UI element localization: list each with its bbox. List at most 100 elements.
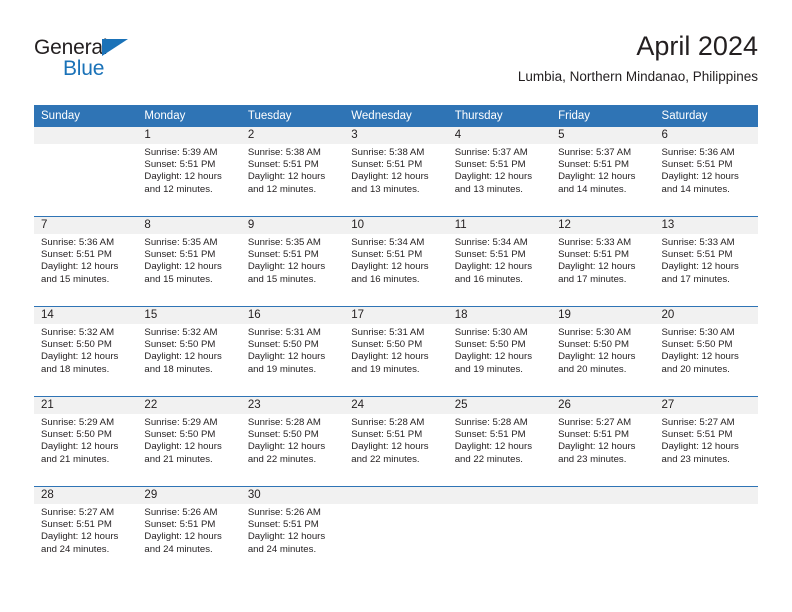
- location-subtitle: Lumbia, Northern Mindanao, Philippines: [517, 69, 758, 84]
- sunset-text: Sunset: 5:51 PM: [558, 429, 630, 441]
- sunset-text: Sunset: 5:50 PM: [661, 339, 733, 351]
- day-cell[interactable]: 28 Sunrise: 5:27 AM Sunset: 5:51 PM Dayligh…: [34, 486, 138, 576]
- day-info: Sunrise: 5:35 AM Sunset: 5:51 PM Daylight:…: [137, 234, 240, 286]
- day-number: [34, 127, 138, 144]
- day-cell[interactable]: 21 Sunrise: 5:29 AM Sunset: 5:50 PM Dayligh…: [34, 396, 138, 486]
- day-cell[interactable]: 12 Sunrise: 5:33 AM Sunset: 5:51 PM Dayligh…: [551, 216, 655, 306]
- sunset-text: Sunset: 5:51 PM: [454, 429, 526, 441]
- sunset-text: Sunset: 5:51 PM: [661, 249, 733, 261]
- logo-text-blue: Blue: [63, 57, 105, 80]
- day-cell[interactable]: [34, 127, 138, 216]
- day-cell[interactable]: [551, 486, 655, 576]
- day-info: [655, 504, 758, 507]
- sunset-text: Sunset: 5:50 PM: [247, 339, 319, 351]
- sunset-text: Sunset: 5:51 PM: [247, 159, 319, 171]
- sunrise-text: Sunrise: 5:32 AM: [41, 327, 115, 338]
- day-number: 23: [240, 397, 345, 414]
- day-cell[interactable]: 14 Sunrise: 5:32 AM Sunset: 5:50 PM Dayligh…: [34, 306, 138, 396]
- daylight-text-line2: and 24 minutes.: [144, 543, 213, 555]
- day-cell[interactable]: 5 Sunrise: 5:37 AM Sunset: 5:51 PM Daylight…: [551, 127, 655, 216]
- daylight-text-line2: and 23 minutes.: [558, 453, 627, 465]
- day-cell[interactable]: [447, 486, 552, 576]
- day-cell[interactable]: 27 Sunrise: 5:27 AM Sunset: 5:51 PM Dayligh…: [654, 396, 759, 486]
- day-info: Sunrise: 5:27 AM Sunset: 5:51 PM Daylight:…: [655, 414, 758, 466]
- daylight-text-line2: and 21 minutes.: [41, 453, 110, 465]
- sunset-text: Sunset: 5:51 PM: [144, 519, 216, 531]
- day-cell[interactable]: 16 Sunrise: 5:31 AM Sunset: 5:50 PM Dayligh…: [240, 306, 345, 396]
- day-number: 15: [137, 307, 241, 324]
- day-cell[interactable]: 1 Sunrise: 5:39 AM Sunset: 5:51 PM Daylight…: [137, 127, 241, 216]
- day-info: Sunrise: 5:34 AM Sunset: 5:51 PM Daylight:…: [344, 234, 447, 286]
- daylight-text-line2: and 13 minutes.: [454, 183, 523, 195]
- day-cell[interactable]: 11 Sunrise: 5:34 AM Sunset: 5:51 PM Dayligh…: [447, 216, 552, 306]
- daylight-text-line1: Daylight: 12 hours: [41, 531, 119, 543]
- day-cell[interactable]: 25 Sunrise: 5:28 AM Sunset: 5:51 PM Dayligh…: [447, 396, 552, 486]
- calendar-body: 1 Sunrise: 5:39 AM Sunset: 5:51 PM Daylight…: [34, 127, 759, 576]
- daylight-text-line2: and 15 minutes.: [247, 273, 317, 285]
- day-number: 11: [447, 217, 552, 234]
- day-info: [551, 504, 654, 507]
- calendar-week-row: 14 Sunrise: 5:32 AM Sunset: 5:50 PM Dayligh…: [34, 306, 759, 396]
- daylight-text-line1: Daylight: 12 hours: [41, 441, 119, 453]
- day-cell[interactable]: 18 Sunrise: 5:30 AM Sunset: 5:50 PM Dayligh…: [447, 306, 552, 396]
- sunrise-text: Sunrise: 5:29 AM: [41, 417, 115, 428]
- day-number: 29: [137, 487, 241, 504]
- day-cell[interactable]: 30 Sunrise: 5:26 AM Sunset: 5:51 PM Dayligh…: [240, 486, 345, 576]
- day-cell[interactable]: 3 Sunrise: 5:38 AM Sunset: 5:51 PM Daylight…: [344, 127, 448, 216]
- sunrise-text: Sunrise: 5:32 AM: [144, 327, 218, 338]
- day-cell[interactable]: 4 Sunrise: 5:37 AM Sunset: 5:51 PM Daylight…: [447, 127, 552, 216]
- daylight-text-line2: and 24 minutes.: [41, 543, 110, 555]
- sunrise-text: Sunrise: 5:26 AM: [144, 507, 218, 518]
- sunset-text: Sunset: 5:50 PM: [351, 339, 423, 351]
- day-cell[interactable]: 23 Sunrise: 5:28 AM Sunset: 5:50 PM Dayligh…: [240, 396, 345, 486]
- sunset-text: Sunset: 5:51 PM: [454, 249, 526, 261]
- day-cell[interactable]: 20 Sunrise: 5:30 AM Sunset: 5:50 PM Dayligh…: [654, 306, 759, 396]
- day-number: 25: [447, 397, 552, 414]
- day-cell[interactable]: 22 Sunrise: 5:29 AM Sunset: 5:50 PM Dayligh…: [137, 396, 242, 486]
- day-cell[interactable]: [344, 486, 449, 576]
- day-cell[interactable]: 26 Sunrise: 5:27 AM Sunset: 5:51 PM Dayligh…: [551, 396, 655, 486]
- daylight-text-line1: Daylight: 12 hours: [247, 531, 326, 543]
- sunrise-text: Sunrise: 5:34 AM: [351, 237, 425, 248]
- day-number: 22: [137, 397, 241, 414]
- day-cell[interactable]: 24 Sunrise: 5:28 AM Sunset: 5:51 PM Dayligh…: [344, 396, 449, 486]
- day-cell[interactable]: 10 Sunrise: 5:34 AM Sunset: 5:51 PM Dayligh…: [344, 216, 449, 306]
- day-cell[interactable]: 7 Sunrise: 5:36 AM Sunset: 5:51 PM Daylight…: [34, 216, 138, 306]
- page-title: April 2024: [636, 31, 758, 61]
- day-cell[interactable]: 15 Sunrise: 5:32 AM Sunset: 5:50 PM Dayligh…: [137, 306, 242, 396]
- day-cell[interactable]: 2 Sunrise: 5:38 AM Sunset: 5:51 PM Daylight…: [240, 127, 345, 216]
- day-cell[interactable]: 17 Sunrise: 5:31 AM Sunset: 5:50 PM Dayligh…: [344, 306, 449, 396]
- sunset-text: Sunset: 5:50 PM: [558, 339, 630, 351]
- daylight-text-line2: and 24 minutes.: [247, 543, 317, 555]
- sunrise-sunset-calendar: Sunday Monday Tuesday Wednesday Thursday…: [34, 105, 759, 576]
- sunrise-text: Sunrise: 5:37 AM: [558, 147, 632, 158]
- daylight-text-line1: Daylight: 12 hours: [661, 261, 739, 273]
- sunset-text: Sunset: 5:50 PM: [247, 429, 319, 441]
- sunset-text: Sunset: 5:51 PM: [351, 159, 423, 171]
- day-cell[interactable]: 13 Sunrise: 5:33 AM Sunset: 5:51 PM Dayligh…: [654, 216, 759, 306]
- daylight-text-line1: Daylight: 12 hours: [558, 351, 636, 363]
- sunrise-text: Sunrise: 5:34 AM: [454, 237, 528, 248]
- day-info: Sunrise: 5:37 AM Sunset: 5:51 PM Daylight:…: [448, 144, 551, 196]
- daylight-text-line2: and 14 minutes.: [558, 183, 627, 195]
- calendar-week-row: 28 Sunrise: 5:27 AM Sunset: 5:51 PM Dayligh…: [34, 486, 759, 576]
- day-cell[interactable]: 8 Sunrise: 5:35 AM Sunset: 5:51 PM Daylight…: [137, 216, 242, 306]
- day-cell[interactable]: 19 Sunrise: 5:30 AM Sunset: 5:50 PM Dayligh…: [551, 306, 655, 396]
- day-number: 16: [240, 307, 345, 324]
- day-number: [344, 487, 448, 504]
- day-cell[interactable]: 6 Sunrise: 5:36 AM Sunset: 5:51 PM Daylight…: [654, 127, 758, 216]
- day-info: Sunrise: 5:28 AM Sunset: 5:51 PM Daylight:…: [448, 414, 551, 466]
- day-cell[interactable]: 9 Sunrise: 5:35 AM Sunset: 5:51 PM Daylight…: [240, 216, 345, 306]
- day-cell[interactable]: [654, 486, 759, 576]
- daylight-text-line1: Daylight: 12 hours: [247, 441, 326, 453]
- sunset-text: Sunset: 5:50 PM: [41, 429, 112, 441]
- day-number: 3: [344, 127, 448, 144]
- daylight-text-line2: and 12 minutes.: [247, 183, 317, 195]
- day-cell[interactable]: 29 Sunrise: 5:26 AM Sunset: 5:51 PM Dayligh…: [137, 486, 242, 576]
- sunset-text: Sunset: 5:51 PM: [247, 519, 319, 531]
- sunset-text: Sunset: 5:51 PM: [661, 159, 733, 171]
- title-block: April 2024 Lumbia, Northern Mindanao, Ph…: [518, 30, 758, 85]
- day-info: Sunrise: 5:31 AM Sunset: 5:50 PM Daylight:…: [241, 324, 344, 376]
- daylight-text-line1: Daylight: 12 hours: [144, 261, 222, 273]
- daylight-text-line1: Daylight: 12 hours: [661, 171, 739, 183]
